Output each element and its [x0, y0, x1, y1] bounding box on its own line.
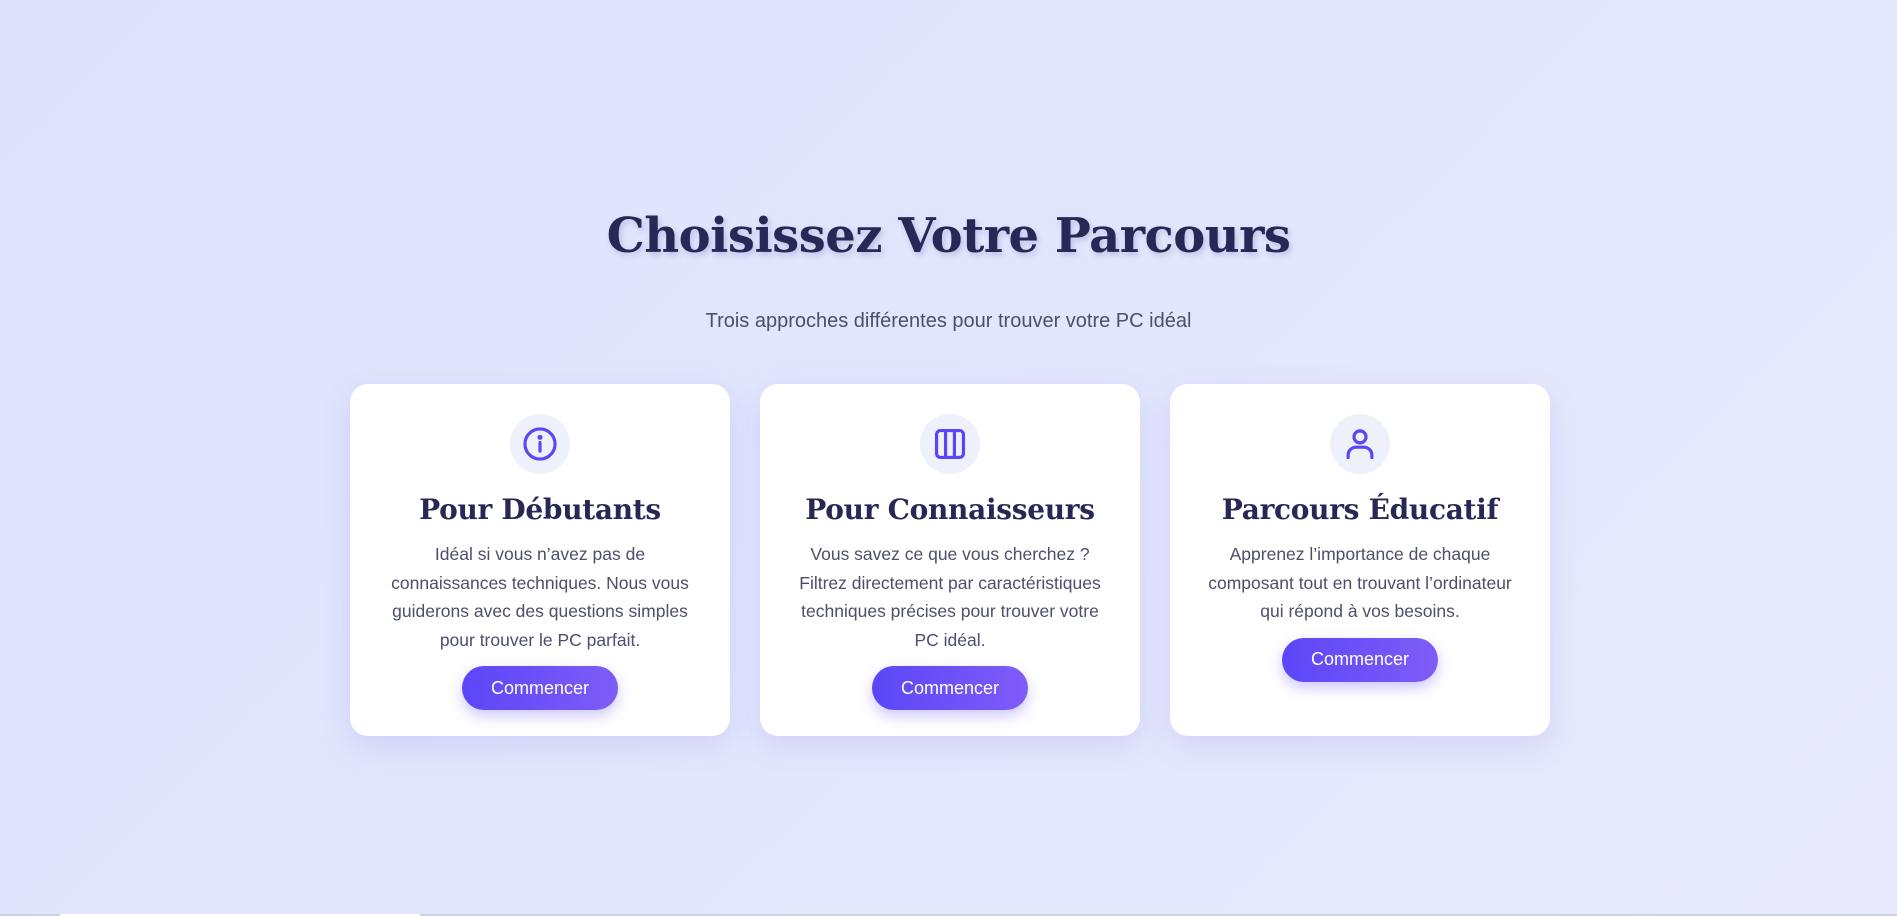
start-beginners-button[interactable]: Commencer: [462, 666, 618, 710]
card-beginners: Pour Débutants Idéal si vous n’avez pas …: [350, 384, 730, 736]
info-circle-icon: [510, 414, 570, 474]
page-subtitle: Trois approches différentes pour trouver…: [705, 310, 1192, 332]
card-description: Idéal si vous n’avez pas de connaissance…: [391, 544, 689, 650]
hero-section: Choisissez Votre Parcours Trois approche…: [0, 0, 1897, 914]
card-experts: Pour Connaisseurs Vous savez ce que vous…: [760, 384, 1140, 736]
columns-icon: [920, 414, 980, 474]
card-title: Pour Débutants: [419, 493, 661, 526]
card-description: Vous savez ce que vous cherchez ? Filtre…: [799, 544, 1101, 650]
page-title: Choisissez Votre Parcours: [606, 208, 1291, 264]
card-title: Pour Connaisseurs: [805, 493, 1095, 526]
card-title: Parcours Éducatif: [1221, 493, 1499, 526]
start-educational-button[interactable]: Commencer: [1282, 637, 1438, 682]
user-icon: [1330, 414, 1390, 474]
path-cards: Pour Débutants Idéal si vous n’avez pas …: [350, 384, 1550, 736]
start-experts-button[interactable]: Commencer: [872, 666, 1028, 710]
card-description: Apprenez l’importance de chaque composan…: [1208, 544, 1512, 621]
card-educational: Parcours Éducatif Apprenez l’importance …: [1170, 384, 1550, 736]
